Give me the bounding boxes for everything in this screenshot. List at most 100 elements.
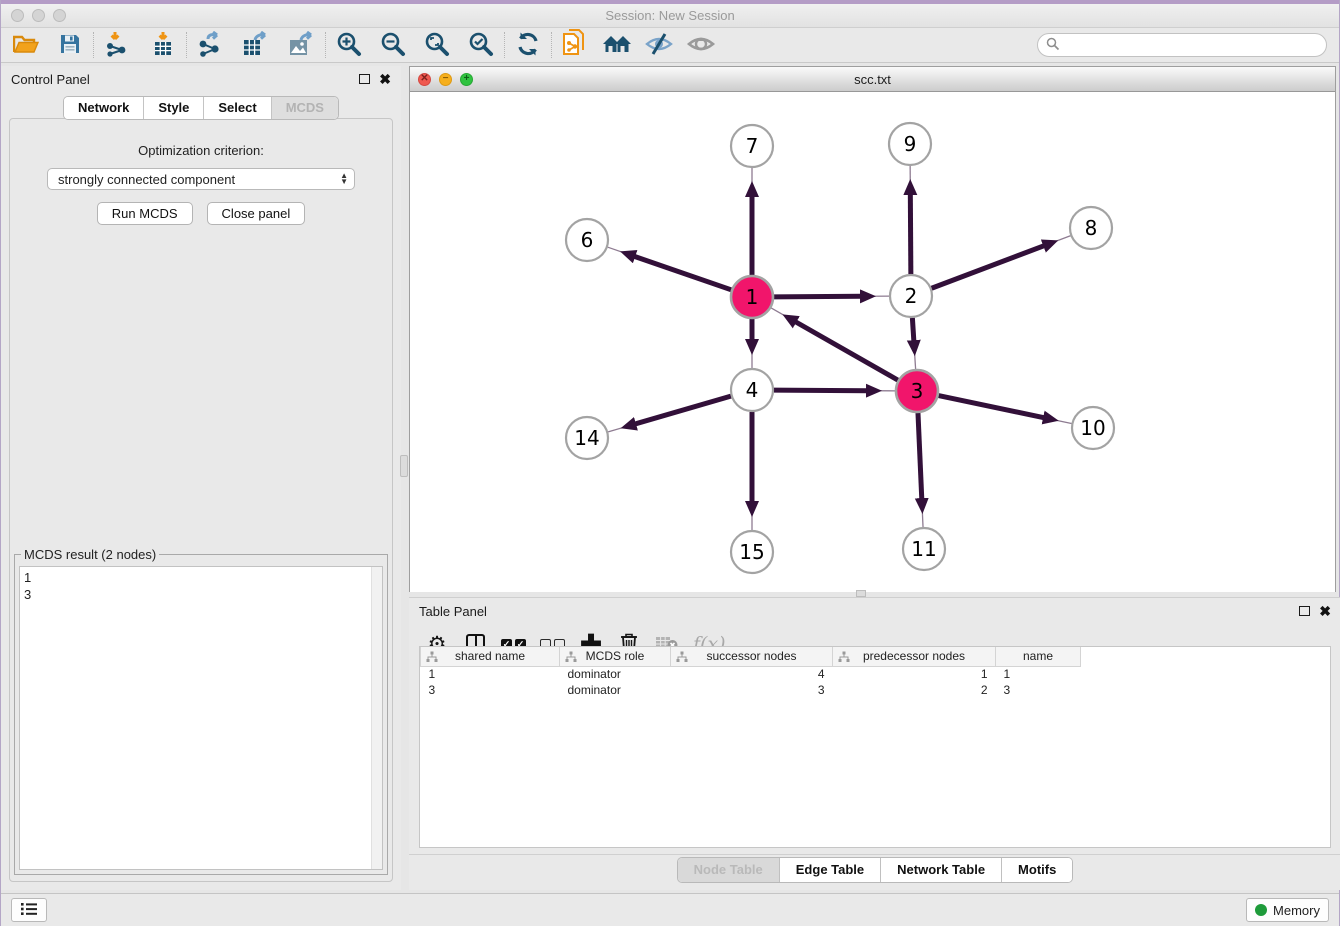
- import-table-button[interactable]: [146, 30, 180, 60]
- network-canvas[interactable]: 7968124314101511: [410, 92, 1335, 592]
- hide-selected-button[interactable]: [642, 30, 676, 60]
- toolbar-separator: [504, 32, 505, 58]
- tab-network-table[interactable]: Network Table: [880, 858, 1001, 882]
- attribute-icon: [565, 651, 577, 663]
- graph-node-label-15: 15: [739, 540, 764, 564]
- attribute-icon: [676, 651, 688, 663]
- column-header-predecessor-nodes[interactable]: predecessor nodes: [833, 647, 996, 666]
- table-row[interactable]: 1 dominator 4 1 1: [421, 666, 1081, 682]
- zoom-out-button[interactable]: [376, 30, 410, 60]
- graph-edge-3-11[interactable]: [918, 413, 922, 500]
- node-table-grid[interactable]: shared name MCDS role successor nodes pr…: [420, 647, 1081, 698]
- network-window-title: scc.txt: [410, 72, 1335, 87]
- optimization-criterion-label: Optimization criterion:: [10, 143, 392, 158]
- save-session-button[interactable]: [53, 30, 87, 60]
- refresh-layout-button[interactable]: [511, 30, 545, 60]
- graph-node-label-6: 6: [581, 228, 594, 252]
- column-header-successor-nodes[interactable]: successor nodes: [671, 647, 833, 666]
- column-header-mcds-role[interactable]: MCDS role: [560, 647, 671, 666]
- search-container: [1037, 33, 1327, 57]
- criterion-select[interactable]: strongly connected component ▲▼: [47, 168, 355, 190]
- tab-network[interactable]: Network: [64, 97, 143, 119]
- import-network-button[interactable]: [100, 30, 134, 60]
- run-mcds-button[interactable]: Run MCDS: [97, 202, 193, 225]
- network-graph: 7968124314101511: [410, 92, 1335, 592]
- tab-edge-table[interactable]: Edge Table: [779, 858, 880, 882]
- tab-node-table[interactable]: Node Table: [678, 858, 779, 882]
- tab-mcds[interactable]: MCDS: [271, 97, 338, 119]
- open-session-button[interactable]: [9, 30, 43, 60]
- table-row[interactable]: 3 dominator 3 2 3: [421, 682, 1081, 698]
- graph-edge-2-3[interactable]: [912, 318, 914, 342]
- graph-edge-4-14[interactable]: [634, 396, 731, 424]
- export-table-button[interactable]: [239, 30, 273, 60]
- result-line: 1: [24, 569, 378, 586]
- horizontal-splitter-handle[interactable]: [856, 590, 866, 597]
- zoom-selected-button[interactable]: [464, 30, 498, 60]
- memory-status-icon: [1255, 904, 1267, 916]
- toolbar-separator: [325, 32, 326, 58]
- export-image-icon: [287, 31, 317, 60]
- vertical-splitter-handle[interactable]: [400, 455, 408, 477]
- graph-node-label-11: 11: [911, 537, 936, 561]
- attribute-icon: [838, 651, 850, 663]
- graph-edge-2-9[interactable]: [910, 193, 911, 274]
- first-neighbors-button[interactable]: [600, 30, 634, 60]
- zoom-fit-button[interactable]: [420, 30, 454, 60]
- graph-node-label-14: 14: [574, 426, 599, 450]
- graph-edge-1-2[interactable]: [774, 296, 862, 297]
- memory-button[interactable]: Memory: [1246, 898, 1329, 922]
- graph-edge-3-10[interactable]: [939, 396, 1046, 418]
- app-titlebar: Session: New Session: [1, 4, 1339, 28]
- graph-edge-1-6[interactable]: [633, 256, 731, 290]
- toolbar-separator: [93, 32, 94, 58]
- graph-node-label-7: 7: [746, 134, 759, 158]
- save-floppy-icon: [59, 33, 81, 58]
- task-history-button[interactable]: [11, 898, 47, 922]
- graph-edge-3-1[interactable]: [795, 321, 898, 380]
- mcds-tab-content: Optimization criterion: strongly connect…: [9, 118, 393, 882]
- tab-select[interactable]: Select: [203, 97, 270, 119]
- select-stepper-icon: ▲▼: [340, 173, 348, 185]
- import-network-icon: [104, 31, 130, 60]
- graph-edge-2-8[interactable]: [932, 245, 1046, 288]
- memory-label: Memory: [1273, 903, 1320, 918]
- close-panel-button[interactable]: Close panel: [207, 202, 306, 225]
- import-table-icon: [150, 31, 176, 60]
- status-bar: Memory: [1, 893, 1339, 926]
- main-toolbar: [1, 28, 1339, 63]
- result-line: 3: [24, 586, 378, 603]
- tab-style[interactable]: Style: [143, 97, 203, 119]
- float-panel-icon[interactable]: [1299, 606, 1310, 616]
- mcds-result-fieldset: MCDS result (2 nodes) 1 3: [14, 547, 388, 875]
- zoom-in-icon: [336, 31, 362, 60]
- search-input[interactable]: [1060, 36, 1326, 54]
- table-panel-header: Table Panel ✖: [409, 598, 1340, 624]
- table-panel: Table Panel ✖ ⚙ ✓✓ ✚: [409, 597, 1340, 890]
- show-all-button[interactable]: [684, 30, 718, 60]
- search-icon: [1046, 37, 1060, 54]
- column-header-shared-name[interactable]: shared name: [421, 647, 560, 666]
- graph-edge-4-3[interactable]: [774, 390, 868, 391]
- session-title: Session: New Session: [1, 8, 1339, 23]
- graph-node-label-2: 2: [905, 284, 918, 308]
- zoom-in-button[interactable]: [332, 30, 366, 60]
- tab-motifs[interactable]: Motifs: [1001, 858, 1072, 882]
- search-field[interactable]: [1037, 33, 1327, 57]
- graph-node-label-8: 8: [1085, 216, 1098, 240]
- graph-node-label-10: 10: [1080, 416, 1105, 440]
- mcds-result-text[interactable]: 1 3: [19, 566, 383, 870]
- network-window-titlebar[interactable]: ✕ − + scc.txt: [410, 67, 1335, 92]
- application-window: Session: New Session: [0, 0, 1340, 926]
- export-network-icon: [196, 31, 224, 60]
- graph-node-label-4: 4: [746, 378, 759, 402]
- column-header-name[interactable]: name: [996, 647, 1081, 666]
- close-panel-icon[interactable]: ✖: [1319, 604, 1331, 618]
- float-panel-icon[interactable]: [359, 74, 370, 84]
- export-network-button[interactable]: [193, 30, 227, 60]
- export-image-button[interactable]: [285, 30, 319, 60]
- new-network-from-selection-button[interactable]: [558, 30, 592, 60]
- close-panel-icon[interactable]: ✖: [379, 72, 391, 86]
- mcds-result-legend: MCDS result (2 nodes): [21, 547, 159, 562]
- result-scrollbar[interactable]: [371, 567, 382, 869]
